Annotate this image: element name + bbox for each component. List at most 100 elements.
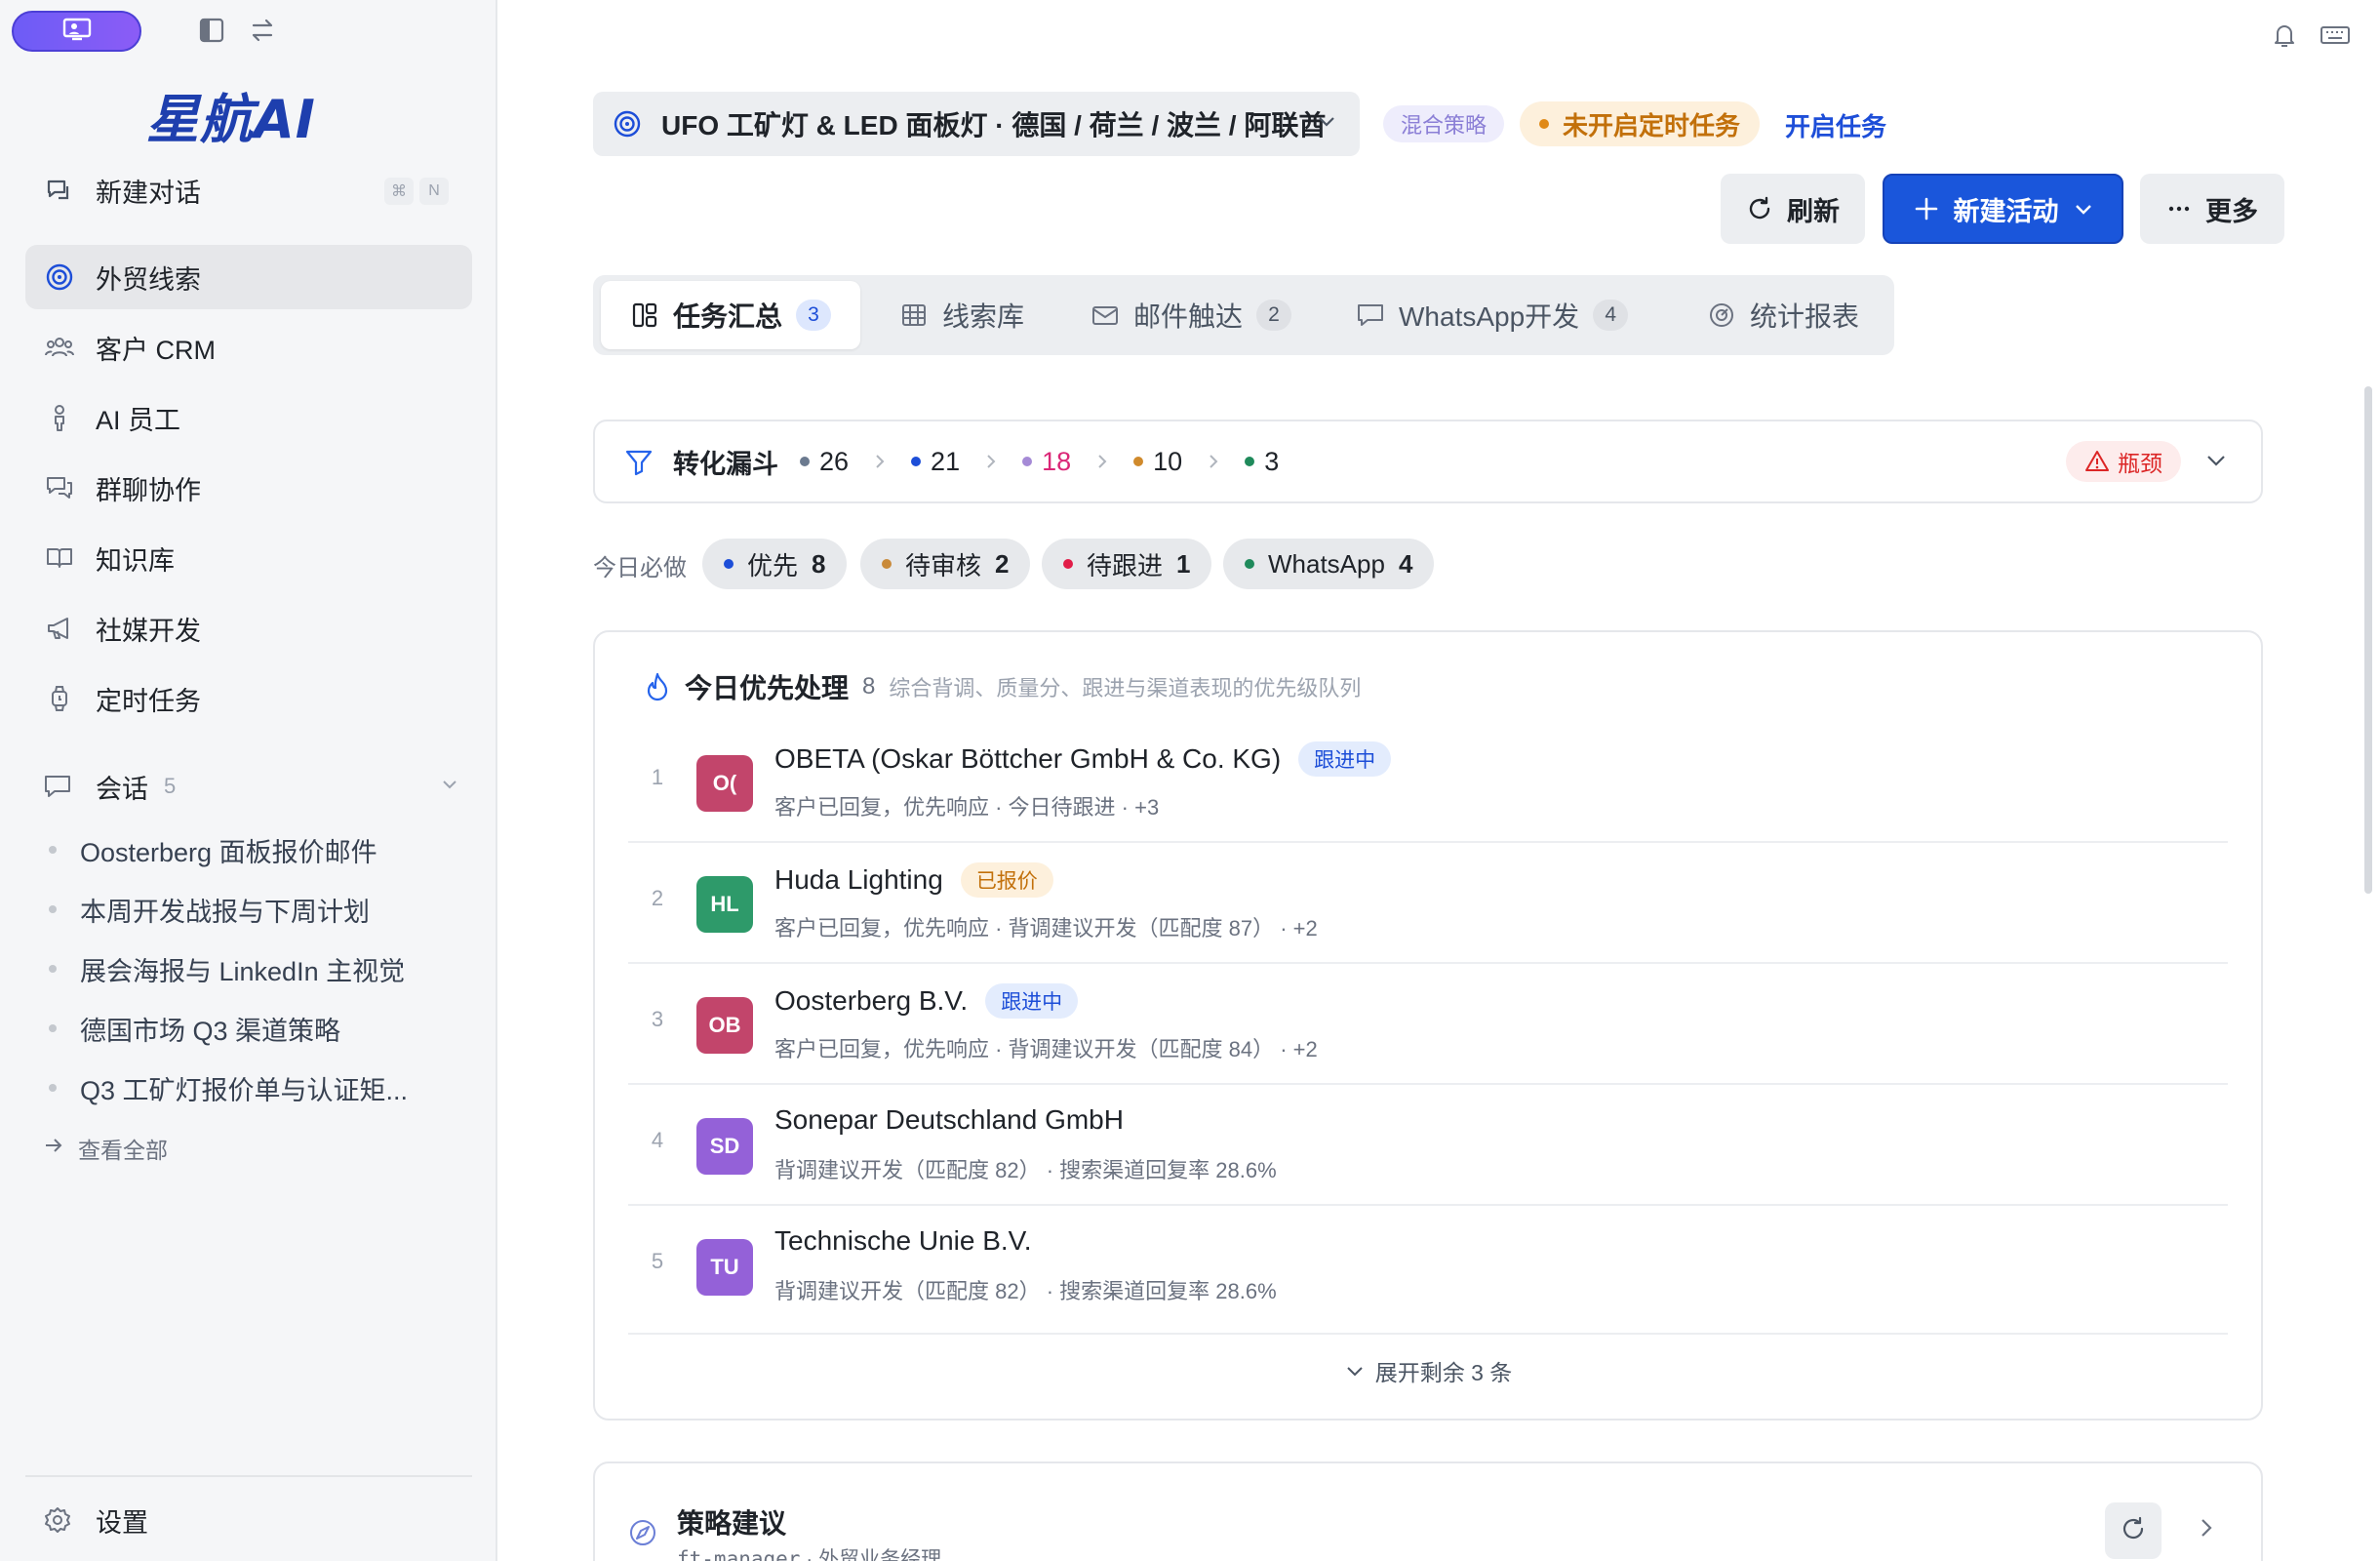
tab-email-outreach[interactable]: 邮件触达 2 [1091, 281, 1292, 349]
lead-row[interactable]: 4 SD Sonepar Deutschland GmbH 背调建议开发（匹配度… [628, 1085, 2228, 1206]
lead-name-line: Technische Unie B.V. [774, 1225, 1032, 1257]
new-chat-button[interactable]: 新建对话 ⌘ N [25, 158, 472, 222]
chip-whatsapp[interactable]: WhatsApp 4 [1223, 539, 1435, 589]
priority-card-header: 今日优先处理 8 综合背调、质量分、跟进与渠道表现的优先级队列 [644, 667, 1361, 706]
avatar: SD [696, 1118, 753, 1175]
gauge-icon [1707, 300, 1736, 330]
chip-count: 2 [995, 548, 1010, 579]
users-icon [43, 331, 76, 364]
session-item[interactable]: 德国市场 Q3 渠道策略 [49, 1004, 458, 1053]
shortcut-keys: ⌘ N [384, 178, 449, 205]
sidebar-toggle-icon[interactable] [193, 12, 230, 49]
tab-statistics[interactable]: 统计报表 [1707, 281, 1859, 349]
lead-name-line: OBETA (Oskar Böttcher GmbH & Co. KG) 跟进中 [774, 741, 1392, 777]
sidebar-item-group-chat[interactable]: 群聊协作 [25, 456, 472, 520]
new-chat-label: 新建对话 [96, 178, 201, 208]
bottleneck-badge[interactable]: 瓶颈 [2066, 441, 2181, 482]
schedule-status-label: 未开启定时任务 [1563, 110, 1741, 140]
agent-id: ft-manager [677, 1547, 801, 1561]
chevron-down-icon [1315, 108, 1338, 140]
campaign-selector[interactable]: UFO 工矿灯 & LED 面板灯 · 德国 / 荷兰 / 波兰 / 阿联酋 [593, 92, 1360, 156]
view-all-label: 查看全部 [78, 1138, 168, 1163]
priority-count: 8 [862, 673, 876, 700]
session-item[interactable]: Q3 工矿灯报价单与认证矩... [49, 1063, 458, 1112]
sessions-header[interactable]: 会话 5 [25, 757, 472, 816]
priority-card: 今日优先处理 8 综合背调、质量分、跟进与渠道表现的优先级队列 1 O( OBE… [593, 630, 2263, 1421]
conversion-funnel: 转化漏斗 26 21 18 10 3 [593, 420, 2263, 503]
bottleneck-label: 瓶颈 [2118, 451, 2162, 476]
status-badge: 跟进中 [1298, 741, 1392, 777]
chevron-right-icon [981, 452, 1001, 471]
lead-description: 背调建议开发（匹配度 82） · 搜索渠道回复率 28.6% [774, 1158, 1277, 1182]
lead-name-line: Sonepar Deutschland GmbH [774, 1104, 1124, 1136]
lead-description: 客户已回复，优先响应 · 背调建议开发（匹配度 84） · +2 [774, 1037, 1318, 1061]
tab-label: 线索库 [942, 301, 1025, 332]
session-item[interactable]: 展会海报与 LinkedIn 主视觉 [49, 944, 458, 993]
monitor-user-icon [62, 18, 92, 46]
sidebar-item-scheduled[interactable]: 定时任务 [25, 666, 472, 731]
sidebar-item-ai-staff[interactable]: AI 员工 [25, 385, 472, 450]
workspace-switch-button[interactable] [12, 11, 141, 52]
chip-dot [724, 559, 734, 569]
expand-label: 展开剩余 3 条 [1374, 1360, 1513, 1385]
sidebar-item-crm[interactable]: 客户 CRM [25, 315, 472, 380]
start-task-link[interactable]: 开启任务 [1785, 107, 1886, 143]
sidebar-item-label: 外贸线索 [96, 264, 201, 295]
settings-button[interactable]: 设置 [25, 1491, 472, 1549]
tab-count: 3 [796, 300, 832, 331]
chip-pending-followup[interactable]: 待跟进 1 [1042, 539, 1212, 589]
funnel-dot [911, 457, 922, 466]
chip-priority[interactable]: 优先 8 [702, 539, 848, 589]
chip-dot [1245, 559, 1254, 569]
sidebar-item-leads[interactable]: 外贸线索 [25, 245, 472, 309]
arrow-right-icon [43, 1135, 64, 1162]
keyboard-icon[interactable] [2316, 16, 2355, 55]
lead-name: Huda Lighting [774, 864, 943, 895]
strategy-card: 策略建议 ft-manager · 外贸业务经理 [593, 1461, 2263, 1561]
lead-row[interactable]: 5 TU Technische Unie B.V. 背调建议开发（匹配度 82）… [628, 1206, 2228, 1335]
session-item-label: 展会海报与 LinkedIn 主视觉 [80, 956, 406, 986]
lead-row[interactable]: 2 HL Huda Lighting 已报价 客户已回复，优先响应 · 背调建议… [628, 843, 2228, 964]
sidebar-item-social[interactable]: 社媒开发 [25, 596, 472, 660]
more-button[interactable]: 更多 [2140, 174, 2284, 244]
scrollbar[interactable] [2364, 386, 2372, 894]
chevron-right-icon[interactable] [2193, 1514, 2220, 1541]
funnel-dot [800, 457, 810, 466]
sidebar-item-knowledge[interactable]: 知识库 [25, 526, 472, 590]
session-item-label: 德国市场 Q3 渠道策略 [80, 1016, 341, 1046]
bell-icon[interactable] [2265, 16, 2304, 55]
swap-icon[interactable] [244, 12, 281, 49]
target-icon [43, 260, 76, 294]
expand-remaining-button[interactable]: 展开剩余 3 条 [595, 1354, 2261, 1387]
view-all-link[interactable]: 查看全部 [43, 1132, 168, 1165]
lead-row[interactable]: 3 OB Oosterberg B.V. 跟进中 客户已回复，优先响应 · 背调… [628, 964, 2228, 1085]
new-activity-label: 新建活动 [1953, 196, 2059, 226]
sidebar-item-label: AI 员工 [96, 405, 181, 435]
chip-pending-review[interactable]: 待审核 2 [860, 539, 1031, 589]
watch-icon [43, 682, 76, 715]
strategy-refresh-button[interactable] [2105, 1502, 2162, 1559]
tab-task-summary[interactable]: 任务汇总 3 [601, 281, 861, 349]
new-activity-button[interactable]: 新建活动 [1883, 174, 2123, 244]
refresh-button[interactable]: 刷新 [1721, 174, 1865, 244]
shortcut-key-cmd: ⌘ [384, 178, 414, 205]
tab-whatsapp[interactable]: WhatsApp开发 4 [1356, 281, 1629, 349]
plus-icon [1913, 195, 1940, 222]
avatar: HL [696, 876, 753, 933]
session-item[interactable]: 本周开发战报与下周计划 [49, 885, 458, 934]
chip-dot [882, 559, 892, 569]
row-rank: 4 [651, 1128, 664, 1152]
priority-title: 今日优先处理 [685, 673, 850, 703]
ellipsis-icon [2166, 196, 2192, 221]
session-item[interactable]: Oosterberg 面板报价邮件 [49, 825, 458, 874]
lead-description: 背调建议开发（匹配度 82） · 搜索渠道回复率 28.6% [774, 1279, 1277, 1303]
funnel-dot [1022, 457, 1033, 466]
chevron-down-icon[interactable] [2202, 447, 2230, 479]
warning-icon [2084, 449, 2110, 474]
chat-bubble-icon [43, 772, 76, 801]
tab-lead-library[interactable]: 线索库 [899, 281, 1024, 349]
separator-dot: · [806, 1548, 819, 1561]
tab-label: WhatsApp开发 [1399, 301, 1580, 332]
lead-row[interactable]: 1 O( OBETA (Oskar Böttcher GmbH & Co. KG… [628, 722, 2228, 843]
shortcut-key-n: N [419, 178, 449, 205]
